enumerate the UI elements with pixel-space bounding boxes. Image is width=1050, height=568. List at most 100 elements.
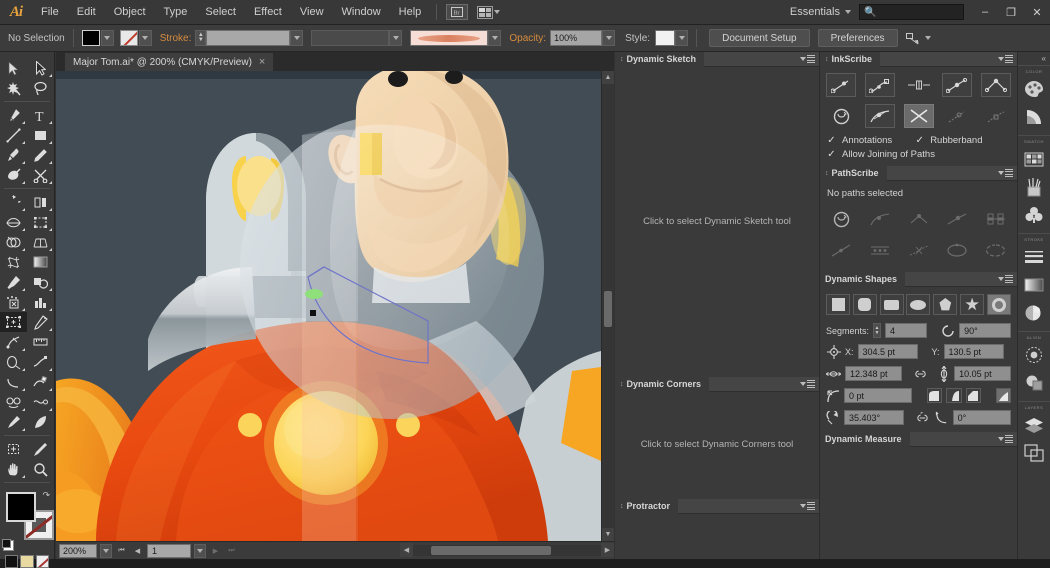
- width-tool[interactable]: [0, 212, 27, 232]
- inverted-corner-style-button[interactable]: [946, 388, 962, 403]
- symbol-sprayer-tool[interactable]: [0, 292, 27, 312]
- chevron-down-icon[interactable]: [924, 36, 931, 40]
- scroll-up-icon[interactable]: ▲: [602, 71, 614, 84]
- artboards-panel-icon[interactable]: [1018, 439, 1050, 467]
- layers-panel-icon[interactable]: [1018, 411, 1050, 439]
- menu-effect[interactable]: Effect: [245, 0, 291, 25]
- symbols-panel-icon[interactable]: [1018, 201, 1050, 229]
- annotations-checkbox[interactable]: ✓: [826, 135, 837, 146]
- menu-select[interactable]: Select: [196, 0, 245, 25]
- height-field[interactable]: 10.05 pt: [954, 366, 1011, 381]
- chevron-down-icon[interactable]: [488, 30, 502, 46]
- slice-tool[interactable]: [27, 312, 54, 332]
- menu-type[interactable]: Type: [155, 0, 197, 25]
- allow-joining-checkbox[interactable]: ✓: [826, 149, 837, 160]
- join-paths-icon[interactable]: [981, 73, 1011, 97]
- gradient-panel-icon[interactable]: [1018, 271, 1050, 299]
- search-input[interactable]: [879, 6, 965, 18]
- direct-selection-tool[interactable]: [27, 58, 54, 78]
- blend-tool[interactable]: [27, 272, 54, 292]
- arrange-documents-icon[interactable]: [477, 4, 501, 20]
- dynamic-sketch-message[interactable]: Click to select Dynamic Sketch tool: [615, 67, 819, 375]
- artboard-number-field[interactable]: 1: [147, 543, 191, 558]
- fill-swatch[interactable]: [81, 30, 100, 46]
- selection-tool[interactable]: [0, 58, 27, 78]
- scroll-down-icon[interactable]: ▼: [602, 528, 614, 541]
- zoom-dropdown[interactable]: [100, 543, 112, 558]
- chevron-down-icon[interactable]: [602, 30, 616, 46]
- menu-view[interactable]: View: [291, 0, 333, 25]
- crop-area-tool[interactable]: [0, 439, 27, 459]
- shape-builder-tool[interactable]: [0, 232, 27, 252]
- fill-dropdown[interactable]: [100, 30, 114, 46]
- brush-definition-field[interactable]: [311, 30, 390, 46]
- segments-field[interactable]: 4: [884, 323, 928, 338]
- artwork-illustration[interactable]: [56, 71, 601, 541]
- eyedropper-tool[interactable]: [0, 272, 27, 292]
- document-setup-button[interactable]: Document Setup: [709, 29, 810, 47]
- link-rotate-icon[interactable]: [915, 410, 930, 425]
- opacity-combo[interactable]: 100%: [550, 30, 616, 46]
- panel-menu-button[interactable]: [800, 55, 815, 63]
- pathfinder-panel-icon[interactable]: [1018, 369, 1050, 397]
- dynamic-sketch-tool[interactable]: [0, 352, 27, 372]
- delete-anchor-icon[interactable]: [981, 104, 1011, 128]
- panel-menu-button[interactable]: [800, 380, 815, 388]
- color-panel-icon[interactable]: [1018, 75, 1050, 103]
- collapse-panels-button[interactable]: «: [1018, 52, 1050, 65]
- workspace-switcher[interactable]: Essentials: [785, 6, 845, 18]
- reflect-tool[interactable]: [27, 192, 54, 212]
- graphic-style-swatch[interactable]: [655, 30, 676, 46]
- custom-corner-style-button[interactable]: [995, 388, 1012, 403]
- dynamic-corners-message[interactable]: Click to select Dynamic Corners tool: [615, 392, 819, 497]
- paintbrush-tool[interactable]: [0, 145, 27, 165]
- document-tab[interactable]: Major Tom.ai* @ 200% (CMYK/Preview) ×: [64, 52, 275, 71]
- eyedropper-alt-tool[interactable]: [0, 412, 27, 432]
- opacity-field[interactable]: 100%: [550, 30, 603, 46]
- stroke-weight-combo[interactable]: [206, 30, 304, 46]
- color-button[interactable]: [5, 555, 19, 568]
- shear-field[interactable]: 0°: [952, 410, 1011, 425]
- distribute-points-icon[interactable]: [865, 238, 895, 262]
- next-artboard-button[interactable]: ▶: [209, 544, 222, 558]
- star-shape-button[interactable]: [960, 294, 985, 315]
- erase-path-icon[interactable]: [942, 104, 972, 128]
- reset-icon[interactable]: [826, 104, 856, 128]
- scissors-tool[interactable]: [27, 165, 54, 185]
- transparency-panel-icon[interactable]: [1018, 299, 1050, 327]
- pathscribe-tab[interactable]: ↕ PathScribe: [820, 165, 887, 181]
- chamfer-corner-style-button[interactable]: [965, 388, 981, 403]
- panel-menu-button[interactable]: [998, 435, 1013, 443]
- inkscribe-panel-header[interactable]: ↕ InkScribe: [820, 51, 1017, 67]
- select-similar-icon[interactable]: [906, 31, 921, 46]
- opacity-label[interactable]: Opacity:: [509, 33, 546, 44]
- dynamic-sketch-tab[interactable]: ↕ Dynamic Sketch: [615, 51, 705, 67]
- bridge-icon[interactable]: Br: [446, 4, 469, 20]
- lasso-tool[interactable]: [27, 78, 54, 98]
- chevron-down-icon[interactable]: [675, 30, 689, 46]
- close-icon[interactable]: ×: [259, 56, 265, 68]
- dynamic-corners-tool[interactable]: [27, 352, 54, 372]
- smart-remove-tool[interactable]: [27, 372, 54, 392]
- protractor-tab[interactable]: ↕ Protractor: [615, 498, 679, 514]
- dynamic-measure-panel-header[interactable]: Dynamic Measure: [820, 431, 1017, 447]
- menu-edit[interactable]: Edit: [68, 0, 105, 25]
- menu-window[interactable]: Window: [333, 0, 390, 25]
- polygon-shape-button[interactable]: [933, 294, 958, 315]
- default-fill-stroke-icon[interactable]: [2, 539, 14, 551]
- pathscribe-tool[interactable]: [0, 372, 27, 392]
- scroll-left-icon[interactable]: ◀: [400, 543, 413, 557]
- segments-stepper[interactable]: ▲ ▼: [873, 323, 881, 338]
- stroke-swatch[interactable]: [119, 30, 138, 46]
- close-button[interactable]: ✕: [1024, 0, 1050, 25]
- blob-brush-tool[interactable]: [0, 165, 27, 185]
- smooth-path-icon[interactable]: [864, 104, 895, 128]
- arc-angle-field[interactable]: 90°: [959, 323, 1011, 338]
- panel-menu-button[interactable]: [998, 275, 1013, 283]
- dynamic-sketch-panel-header[interactable]: ↕ Dynamic Sketch: [615, 51, 819, 67]
- stroke-weight-stepper[interactable]: ▲ ▼: [195, 30, 207, 46]
- panel-menu-button[interactable]: [800, 502, 815, 510]
- dynamic-measure-tool[interactable]: [27, 332, 54, 352]
- inkscribe-tool[interactable]: [0, 332, 27, 352]
- corner-radius-field[interactable]: 0 pt: [844, 388, 912, 403]
